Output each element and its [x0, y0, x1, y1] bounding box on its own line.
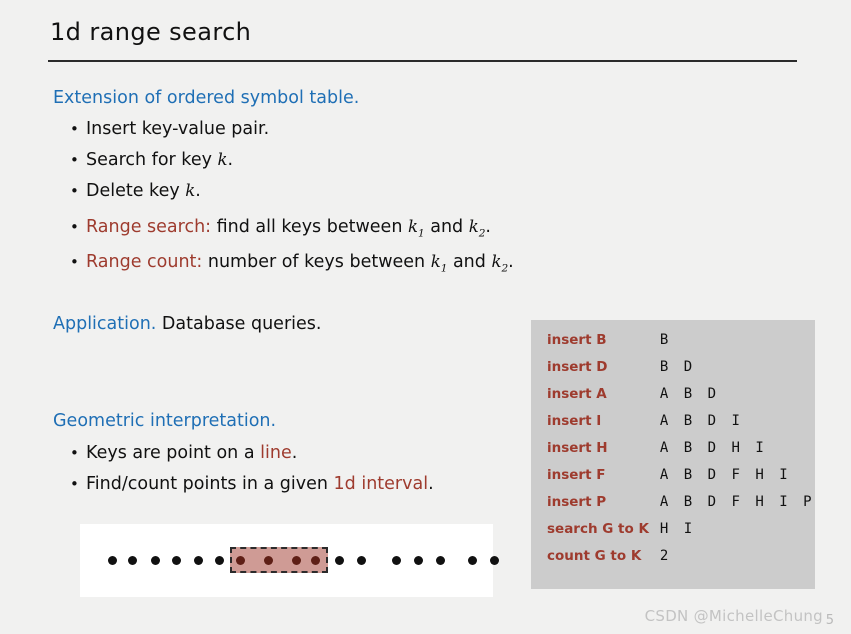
bullet-insert: • Insert key-value pair. — [70, 119, 269, 139]
watermark: CSDN @MichelleChung — [644, 607, 823, 625]
trace-result: A B D — [659, 385, 720, 402]
section-heading-geometric: Geometric interpretation. — [53, 411, 277, 431]
math-var-k2: k2 — [468, 217, 486, 240]
line-point — [194, 556, 203, 565]
table-row: search G to K H I — [547, 515, 815, 542]
range-search-mid: and — [424, 217, 469, 237]
trace-result: 2 — [659, 547, 672, 564]
bullet-marker: • — [70, 444, 79, 462]
table-row: insert F A B D F H I — [547, 461, 815, 488]
trace-op: insert F — [547, 466, 606, 483]
find-count-accent: 1d interval — [333, 474, 429, 494]
range-search-tail: . — [485, 217, 491, 237]
line-point — [215, 556, 224, 565]
trace-table: insert B B insert D B D insert A A B D i… — [547, 326, 815, 569]
find-count-post: . — [428, 474, 434, 494]
table-row: insert I A B D I — [547, 407, 815, 434]
math-var-k: k — [185, 181, 196, 200]
section-heading-application: Application. Database queries. — [53, 314, 321, 334]
title-divider — [48, 60, 797, 62]
page-title: 1d range search — [50, 18, 252, 46]
bullet-find-count: • Find/count points in a given 1d interva… — [70, 474, 434, 494]
trace-op: insert P — [547, 493, 607, 510]
keys-line-pre: Keys are point on a — [86, 443, 261, 463]
trace-op: insert B — [547, 331, 607, 348]
range-count-text: number of keys between — [202, 252, 431, 272]
trace-table-panel: insert B B insert D B D insert A A B D i… — [531, 320, 815, 589]
bullet-marker: • — [70, 120, 79, 138]
bullet-range-search: • Range search: find all keys between k1 … — [70, 217, 491, 239]
slide-canvas: 1d range search Extension of ordered sym… — [0, 0, 851, 634]
line-point-in-range — [236, 556, 245, 565]
range-count-mid: and — [447, 252, 492, 272]
math-var-k2: k2 — [491, 252, 509, 275]
bullet-keys-on-line: • Keys are point on a line. — [70, 443, 297, 463]
line-point — [357, 556, 366, 565]
find-count-pre: Find/count points in a given — [86, 474, 334, 494]
range-search-text: find all keys between — [211, 217, 408, 237]
range-search-label: Range search: — [86, 217, 212, 237]
trace-op: insert A — [547, 385, 607, 402]
range-count-tail: . — [508, 252, 514, 272]
trace-table-body: insert B B insert D B D insert A A B D i… — [547, 326, 815, 569]
line-point — [172, 556, 181, 565]
bullet-range-count: • Range count: number of keys between k1 … — [70, 252, 514, 274]
keys-line-accent: line — [260, 443, 292, 463]
trace-op: insert H — [547, 439, 608, 456]
bullet-delete-tail: . — [195, 181, 201, 201]
table-row: insert B B — [547, 326, 815, 353]
table-row: count G to K 2 — [547, 542, 815, 569]
application-text: Database queries. — [161, 314, 322, 334]
trace-op: insert D — [547, 358, 608, 375]
range-count-label: Range count: — [86, 252, 203, 272]
line-point — [468, 556, 477, 565]
line-point — [151, 556, 160, 565]
bullet-delete: • Delete key k. — [70, 181, 201, 201]
trace-result: B — [659, 331, 672, 348]
bullet-marker: • — [70, 182, 79, 200]
line-point-in-range — [264, 556, 273, 565]
bullet-marker: • — [70, 218, 79, 236]
math-var-k: k — [217, 150, 228, 169]
table-row: insert A A B D — [547, 380, 815, 407]
table-row: insert P A B D F H I P — [547, 488, 815, 515]
trace-op: count G to K — [547, 547, 642, 564]
line-point-in-range — [292, 556, 301, 565]
bullet-search: • Search for key k. — [70, 150, 233, 170]
bullet-delete-text: Delete key — [86, 181, 186, 201]
math-var-k1: k1 — [407, 217, 425, 240]
trace-op: insert I — [547, 412, 602, 429]
table-row: insert D B D — [547, 353, 815, 380]
trace-result: A B D H I — [659, 439, 768, 456]
math-var-k1: k1 — [430, 252, 448, 275]
bullet-marker: • — [70, 475, 79, 493]
line-point — [335, 556, 344, 565]
line-diagram-panel — [80, 524, 499, 597]
trace-result: B D — [659, 358, 696, 375]
bullet-insert-text: Insert key-value pair. — [86, 119, 270, 139]
line-point — [108, 556, 117, 565]
trace-result: A B D I — [659, 412, 744, 429]
line-point — [436, 556, 445, 565]
keys-line-post: . — [291, 443, 298, 463]
section-heading-extension: Extension of ordered symbol table. — [53, 88, 360, 108]
trace-result: A B D F H I P — [659, 493, 815, 510]
line-point — [392, 556, 401, 565]
bullet-marker: • — [70, 151, 79, 169]
bullet-marker: • — [70, 253, 79, 271]
bullet-search-tail: . — [227, 150, 234, 170]
line-point — [490, 556, 499, 565]
application-label: Application. — [53, 314, 157, 334]
bullet-search-text: Search for key — [86, 150, 218, 170]
page-number: 5 — [825, 613, 834, 628]
trace-result: H I — [659, 520, 696, 537]
trace-op: search G to K — [547, 520, 649, 537]
line-point — [414, 556, 423, 565]
line-point-in-range — [311, 556, 320, 565]
trace-result: A B D F H I — [659, 466, 792, 483]
line-point — [128, 556, 137, 565]
table-row: insert H A B D H I — [547, 434, 815, 461]
